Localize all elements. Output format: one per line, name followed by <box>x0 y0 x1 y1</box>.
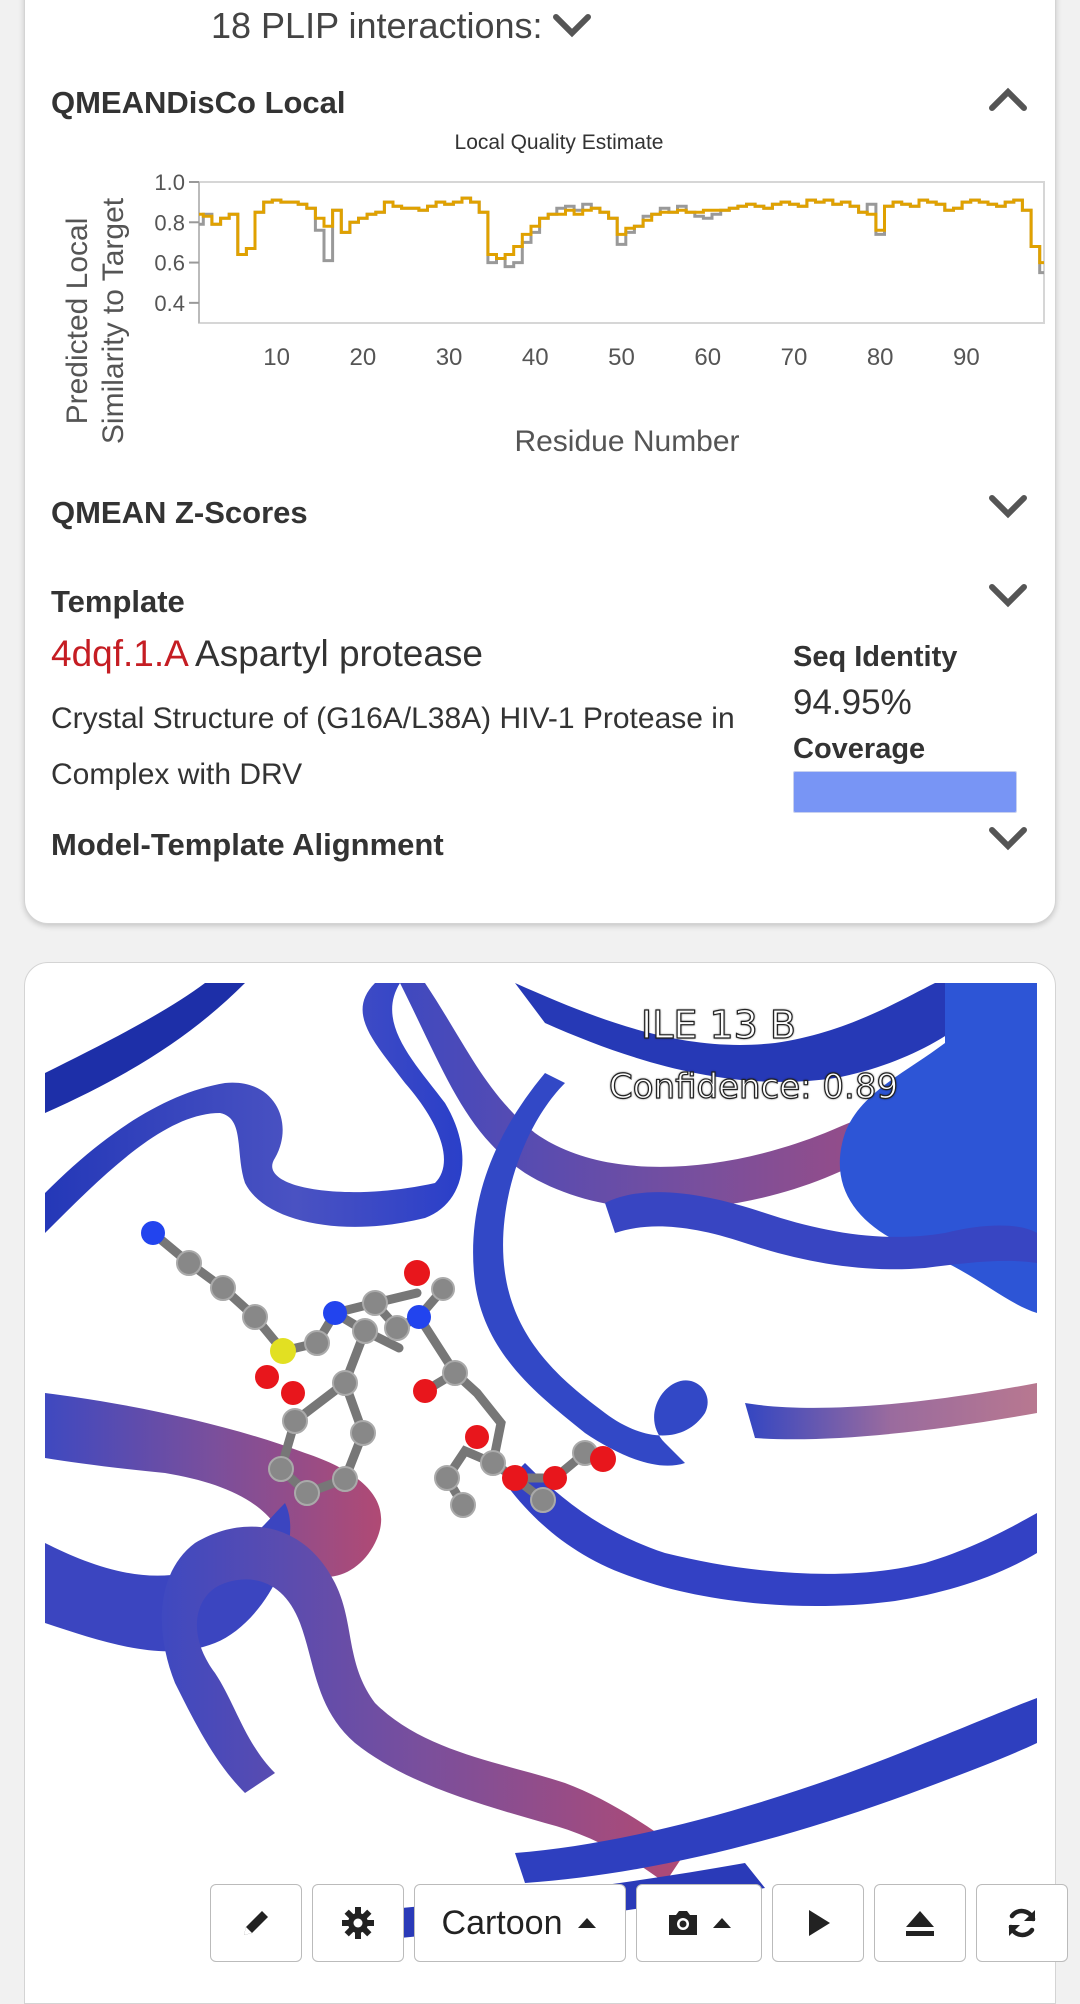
refresh-icon <box>1008 1908 1036 1938</box>
chart-x-tick-label: 20 <box>349 344 376 371</box>
chart-y-tick-label: 1.0 <box>154 170 185 195</box>
local-quality-chart-svg: Local Quality Estimate Predicted Local S… <box>61 131 1045 458</box>
chevron-down-icon[interactable] <box>989 584 1027 608</box>
chevron-up-icon[interactable] <box>989 87 1027 111</box>
template-description: Crystal Structure of (G16A/L38A) HIV-1 P… <box>51 702 735 791</box>
section-title-model-template-alignment: Model-Template Alignment <box>51 827 444 862</box>
chart-y-tick-label: 0.8 <box>154 210 185 235</box>
caret-up-icon <box>578 1918 597 1928</box>
chart-x-tick-label: 80 <box>867 344 894 371</box>
model-info-card: 18 PLIP interactions: QMEANDisCo Local L… <box>24 0 1056 924</box>
coverage-label: Coverage <box>793 733 926 765</box>
gear-icon <box>342 1907 374 1939</box>
chart-x-tick-label: 90 <box>953 344 980 371</box>
play-icon <box>809 1910 830 1936</box>
chart-series-line-2 <box>199 196 1044 265</box>
chart-x-tick-label: 30 <box>436 344 463 371</box>
template-id-link[interactable]: 4dqf.1.A <box>51 633 187 674</box>
structure-viewer-canvas[interactable]: ILE 13 B Confidence: 0.89 <box>45 983 1037 1983</box>
chart-x-tick-label: 10 <box>263 344 290 371</box>
chart-title: Local Quality Estimate <box>455 131 664 154</box>
caret-up-icon <box>713 1918 731 1928</box>
section-title-qmean-zscores: QMEAN Z-Scores <box>51 495 308 530</box>
chart-x-tick-label: 60 <box>694 344 721 371</box>
template-heading: 4dqf.1.A Aspartyl protease <box>51 633 483 675</box>
chart-plot-frame <box>198 181 1045 324</box>
representation-dropdown[interactable]: Cartoon <box>414 1884 626 1962</box>
seq-identity-value: 94.95% <box>793 683 912 722</box>
hovered-residue-label: ILE 13 B <box>640 1002 796 1047</box>
settings-button[interactable] <box>312 1884 404 1962</box>
chevron-down-icon[interactable] <box>989 827 1027 851</box>
chart-x-tick-label: 40 <box>522 344 549 371</box>
chevron-down-icon[interactable] <box>989 495 1027 519</box>
edit-button[interactable] <box>210 1884 302 1962</box>
chart-ylabel-line1: Predicted Local <box>61 218 94 425</box>
seq-identity-label: Seq Identity <box>793 641 958 673</box>
chevron-down-icon <box>552 14 591 38</box>
local-quality-chart: Local Quality Estimate Predicted Local S… <box>49 131 1049 461</box>
plip-interactions-label: 18 PLIP interactions: <box>211 5 543 46</box>
screenshot-dropdown[interactable] <box>636 1884 762 1962</box>
eject-icon <box>906 1911 934 1936</box>
chart-y-tick-label: 0.6 <box>154 251 185 276</box>
coverage-bar-fill <box>794 772 1016 812</box>
section-title-template: Template <box>51 584 185 619</box>
eject-button[interactable] <box>874 1884 966 1962</box>
representation-label: Cartoon <box>441 1903 563 1942</box>
section-title-qmeandisco-local: QMEANDisCo Local <box>51 85 346 120</box>
protein-structure-render <box>45 983 1037 1943</box>
coverage-bar <box>793 771 1017 813</box>
chart-x-tick-label: 70 <box>781 344 808 371</box>
plip-interactions-toggle[interactable]: 18 PLIP interactions: <box>211 5 591 47</box>
confidence-label: Confidence: 0.89 <box>608 1066 899 1107</box>
template-name: Aspartyl protease <box>195 633 483 674</box>
chart-x-tick-label: 50 <box>608 344 635 371</box>
chart-ylabel-line2: Similarity to Target <box>97 197 130 444</box>
play-button[interactable] <box>772 1884 864 1962</box>
structure-viewer-card: ILE 13 B Confidence: 0.89 <box>24 962 1056 2004</box>
viewer-toolbar: Cartoon <box>210 1884 1078 1962</box>
chart-xlabel: Residue Number <box>514 425 739 458</box>
pencil-icon <box>244 1911 268 1935</box>
reset-view-button[interactable] <box>976 1884 1068 1962</box>
camera-icon <box>669 1911 697 1935</box>
chart-y-tick-label: 0.4 <box>154 291 185 316</box>
